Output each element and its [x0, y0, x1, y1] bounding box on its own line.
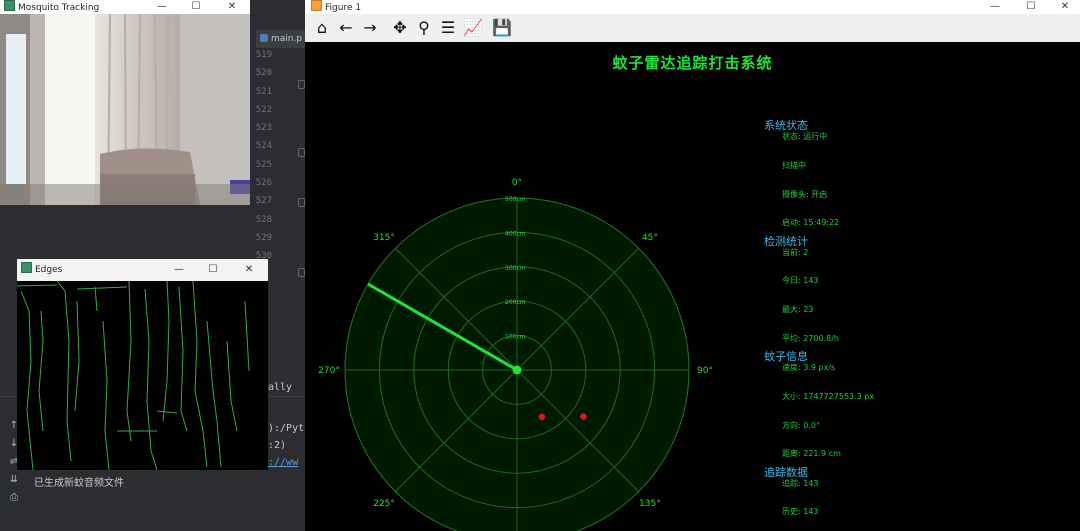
python-file-icon — [260, 34, 268, 42]
range-label: 300cm — [505, 265, 526, 272]
info-line: 距离: 221.9 cm — [782, 449, 841, 459]
angle-label: 0° — [512, 178, 522, 188]
angle-label: 315° — [373, 233, 395, 243]
edges-window: Edges — ☐ ✕ — [16, 259, 268, 471]
fold-marker-icon[interactable] — [298, 80, 305, 89]
app-icon — [4, 0, 15, 11]
edit-axes-icon[interactable]: 📈 — [462, 17, 484, 39]
edges-feed — [16, 280, 268, 471]
line-number: 524 — [255, 141, 272, 152]
line-number: 525 — [255, 159, 272, 170]
info-line: 摄像头: 开启 — [782, 189, 828, 199]
window-titlebar[interactable]: Edges — ☐ ✕ — [17, 259, 268, 281]
home-icon[interactable]: ⌂ — [311, 17, 333, 39]
editor-tab-main[interactable]: main.p — [256, 30, 305, 48]
line-number-gutter: 519 520 521 522 523 524 525 526 527 528 529 530 — [250, 50, 276, 270]
info-line: 追踪: 143 — [782, 478, 819, 488]
line-number: 523 — [255, 123, 272, 134]
edge-detection-image — [16, 280, 250, 471]
info-line: 当前: 2 — [782, 247, 809, 257]
mosquito-target-dot — [580, 413, 587, 420]
info-line: 历史: 143 — [782, 507, 819, 517]
configure-subplots-icon[interactable]: ☰ — [437, 17, 459, 39]
console-text: ):/Pyt — [268, 423, 305, 434]
forward-arrow-icon[interactable]: → — [359, 17, 381, 39]
range-label: 500cm — [505, 196, 526, 203]
radar-plot: 100cm 200cm 300cm 400cm 500cm 0° 45° 90° 135° 225… — [318, 178, 713, 531]
angle-label: 135° — [639, 499, 661, 509]
line-number: 519 — [255, 50, 272, 60]
info-line: 最大: 23 — [782, 305, 814, 315]
line-number: 521 — [255, 86, 272, 97]
console-message: 已生成新蚊音频文件 — [34, 478, 124, 489]
angle-label: 45° — [642, 233, 658, 243]
window-title: Mosquito Tracking — [18, 3, 100, 13]
maximize-icon[interactable]: ☐ — [182, 0, 210, 14]
console-text: ally — [268, 382, 293, 393]
angle-label: 270° — [318, 366, 340, 376]
window-titlebar[interactable]: Mosquito Tracking — ☐ ✕ — [0, 0, 250, 14]
camera-feed — [0, 14, 250, 205]
console-text: :2) — [268, 440, 287, 451]
window-titlebar[interactable]: Figure 1 — ☐ ✕ — [305, 0, 1080, 14]
scroll-to-end-icon[interactable]: ⇊ — [6, 474, 22, 492]
range-label: 400cm — [505, 230, 526, 237]
zoom-icon[interactable]: ⚲ — [413, 17, 435, 39]
navigation-toolbar: ⌂ ← → ✥ ⚲ ☰ 📈 💾 — [305, 14, 1080, 43]
line-number: 526 — [255, 178, 272, 189]
minimize-icon[interactable]: — — [165, 259, 193, 281]
info-panel: 系统状态 状态: 运行中 扫描中 摄像头: 开启 启动: 15:49:22 检测统计 当前:… — [764, 117, 1064, 527]
close-icon[interactable]: ✕ — [218, 0, 246, 14]
matplotlib-app-icon — [311, 0, 322, 11]
info-line: 平均: 2700.8/h — [782, 333, 839, 343]
range-label: 100cm — [505, 334, 526, 341]
pan-icon[interactable]: ✥ — [389, 17, 411, 39]
line-number: 520 — [255, 68, 272, 79]
info-line: 速度: 3.9 px/s — [782, 363, 836, 372]
save-icon[interactable]: 💾 — [491, 17, 513, 39]
minimize-icon[interactable]: — — [148, 0, 176, 14]
line-number: 527 — [255, 196, 272, 207]
fold-marker-icon[interactable] — [298, 198, 305, 207]
camera-frame-image — [0, 14, 250, 205]
info-line: 扫描中 — [782, 160, 806, 170]
info-line: 今日: 143 — [782, 276, 819, 286]
fold-marker-icon[interactable] — [298, 148, 305, 157]
app-icon — [21, 262, 32, 273]
line-number: 529 — [255, 232, 272, 243]
back-arrow-icon[interactable]: ← — [335, 17, 357, 39]
line-number: 528 — [255, 214, 272, 225]
close-icon[interactable]: ✕ — [235, 259, 263, 281]
figure-window: Figure 1 — ☐ ✕ ⌂ ← → ✥ ⚲ ☰ 📈 💾 蚊子雷达追踪打击系统 100cm… — [305, 0, 1080, 531]
mosquito-tracking-window: Mosquito Tracking — ☐ ✕ — [0, 0, 250, 205]
radar-center-dot — [512, 365, 522, 375]
info-line: 方向: 0.0° — [782, 420, 820, 430]
angle-label: 225° — [373, 499, 395, 509]
maximize-icon[interactable]: ☐ — [199, 259, 227, 281]
window-title: Figure 1 — [325, 3, 362, 13]
info-line: 大小: 1747727553.3 px — [782, 391, 875, 401]
line-number: 522 — [255, 104, 272, 115]
print-icon[interactable]: ⎙ — [6, 492, 22, 510]
maximize-icon[interactable]: ☐ — [1017, 0, 1045, 14]
info-line: 状态: 运行中 — [782, 132, 828, 141]
console-link[interactable]: ://ww — [268, 457, 298, 468]
angle-label: 90° — [697, 366, 713, 376]
info-line: 启动: 15:49:22 — [782, 218, 840, 228]
fold-marker-icon[interactable] — [298, 268, 305, 277]
minimize-icon[interactable]: — — [981, 0, 1009, 14]
range-label: 200cm — [505, 299, 526, 306]
window-title: Edges — [35, 265, 63, 275]
mosquito-target-dot — [538, 413, 546, 421]
close-icon[interactable]: ✕ — [1051, 0, 1079, 14]
